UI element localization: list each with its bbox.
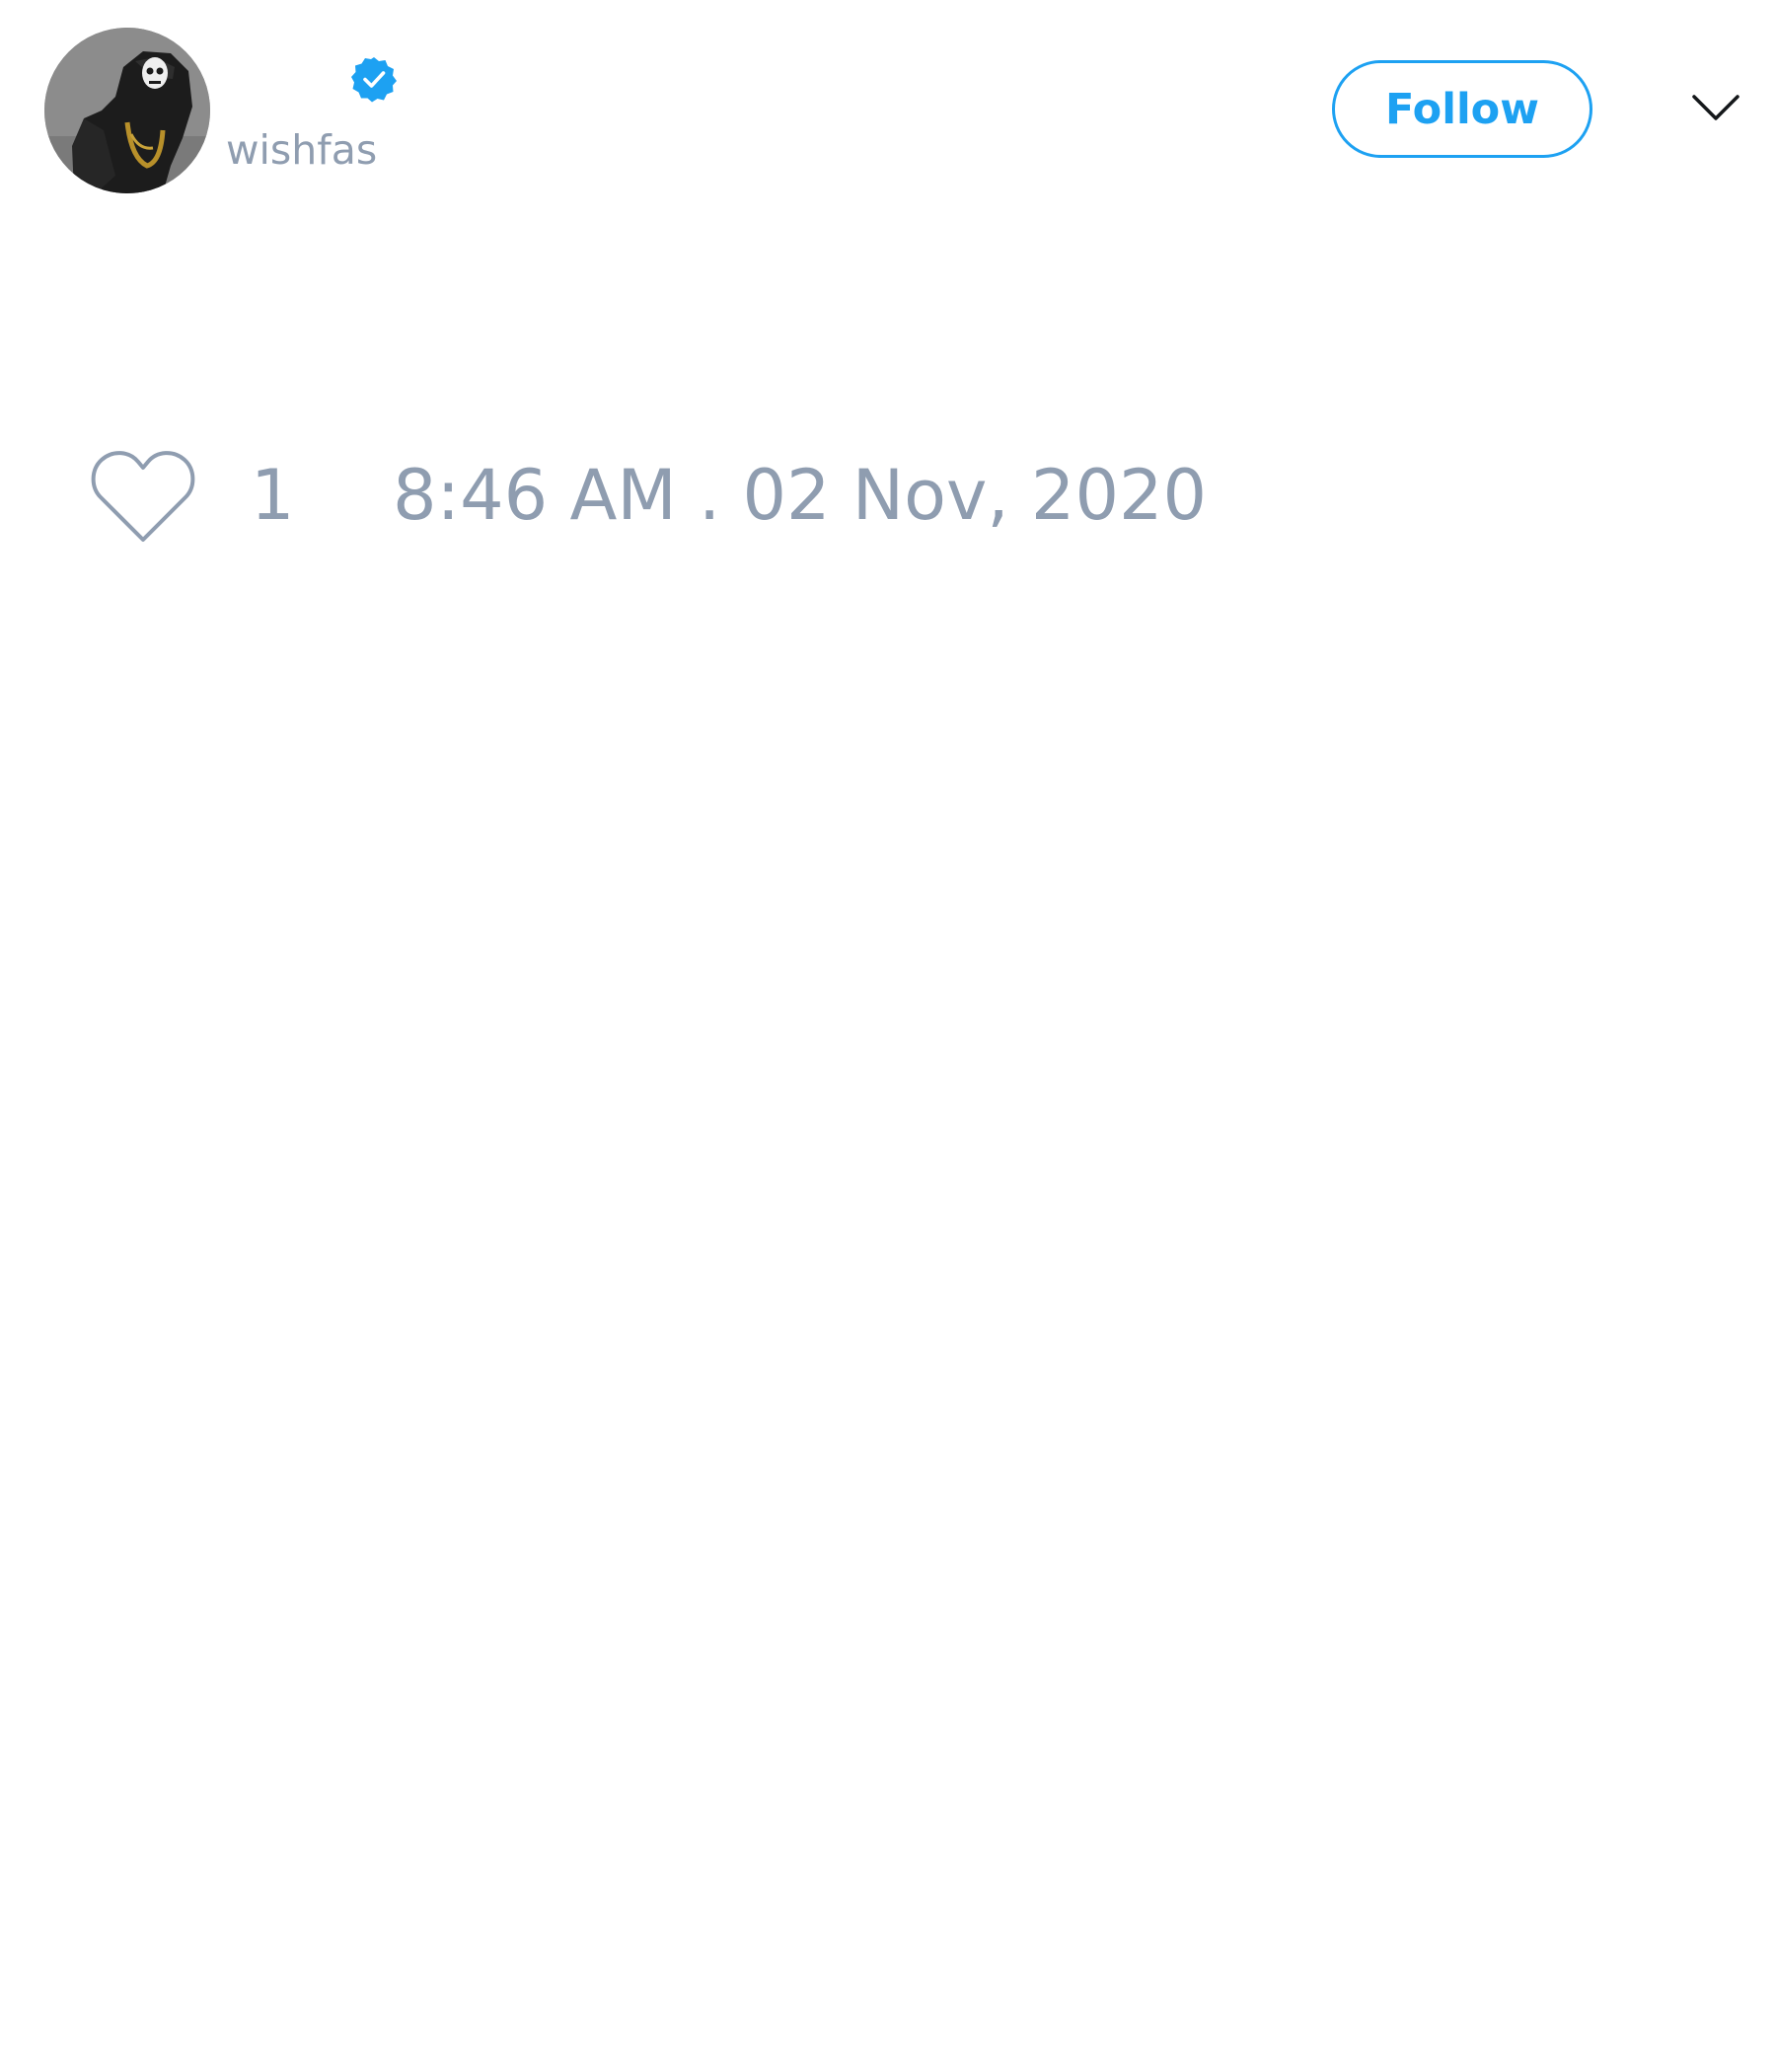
chevron-down-icon[interactable] — [1691, 91, 1740, 126]
tweet-card: wishfas Follow 1 8:46 AM . 02 Nov, 2020 — [0, 0, 1776, 2072]
user-handle[interactable]: wishfas — [226, 122, 377, 178]
avatar-photo — [44, 28, 210, 193]
like-count: 1 — [251, 455, 295, 536]
avatar[interactable] — [44, 28, 210, 193]
follow-button[interactable]: Follow — [1332, 60, 1592, 158]
tweet-header: wishfas Follow — [0, 0, 1776, 227]
tweet-timestamp[interactable]: 8:46 AM . 02 Nov, 2020 — [393, 456, 1207, 535]
heart-icon[interactable] — [89, 447, 197, 546]
tweet-footer: 1 8:46 AM . 02 Nov, 2020 — [0, 434, 1776, 562]
verified-badge-icon — [350, 55, 398, 103]
